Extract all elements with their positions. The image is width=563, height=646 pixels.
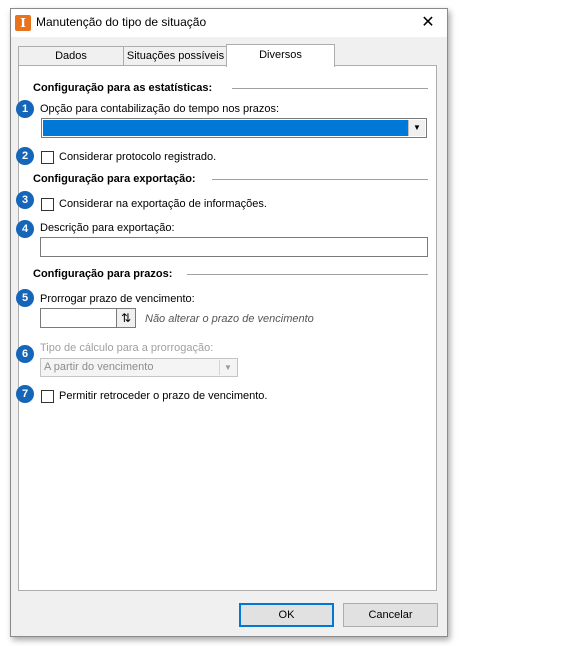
extend-deadline-input[interactable]: ⇅ — [40, 308, 136, 328]
time-counting-select[interactable]: ▼ — [41, 118, 427, 138]
tab-dados[interactable]: Dados — [18, 46, 124, 66]
step-badge-3: 3 — [16, 191, 34, 209]
allow-regress-checkbox[interactable] — [41, 390, 54, 403]
step-badge-4: 4 — [16, 220, 34, 238]
extend-deadline-label: Prorrogar prazo de vencimento: — [40, 293, 195, 305]
app-icon: I — [15, 15, 31, 31]
ok-button[interactable]: OK — [239, 603, 334, 627]
section-divider — [212, 179, 428, 180]
registered-protocol-checkbox[interactable] — [41, 151, 54, 164]
calc-type-label: Tipo de cálculo para a prorrogação: — [40, 342, 214, 354]
section-title-deadlines: Configuração para prazos: — [33, 268, 173, 280]
window-title: Manutenção do tipo de situação — [36, 15, 207, 29]
allow-regress-label[interactable]: Permitir retroceder o prazo de venciment… — [59, 390, 267, 402]
tab-panel-diversos: Configuração para as estatísticas: 1 Opç… — [16, 65, 437, 591]
registered-protocol-label[interactable]: Considerar protocolo registrado. — [59, 151, 216, 163]
section-title-statistics: Configuração para as estatísticas: — [33, 82, 213, 94]
step-badge-7: 7 — [16, 385, 34, 403]
tab-situacoes-possiveis[interactable]: Situações possíveis — [123, 46, 228, 66]
step-badge-5: 5 — [16, 289, 34, 307]
cancel-button[interactable]: Cancelar — [343, 603, 438, 627]
section-title-export: Configuração para exportação: — [33, 173, 196, 185]
calc-type-select: A partir do vencimento ▼ — [40, 358, 238, 377]
chevron-down-icon[interactable]: ▼ — [408, 120, 425, 136]
dialog-window: I Manutenção do tipo de situação ✕ Dados… — [10, 8, 448, 637]
tab-diversos[interactable]: Diversos — [226, 44, 335, 67]
extend-deadline-hint: Não alterar o prazo de vencimento — [145, 313, 314, 325]
export-description-input[interactable] — [40, 237, 428, 257]
title-bar: I Manutenção do tipo de situação ✕ — [11, 9, 447, 37]
time-counting-label: Opção para contabilização do tempo nos p… — [40, 103, 280, 115]
consider-export-checkbox[interactable] — [41, 198, 54, 211]
step-badge-2: 2 — [16, 147, 34, 165]
close-button[interactable]: ✕ — [413, 11, 443, 35]
section-divider — [232, 88, 428, 89]
step-badge-1: 1 — [16, 100, 34, 118]
export-description-label: Descrição para exportação: — [40, 222, 175, 234]
chevron-down-icon: ▼ — [219, 360, 236, 375]
section-divider — [187, 274, 428, 275]
spin-arrows-icon[interactable]: ⇅ — [116, 309, 135, 327]
consider-export-label[interactable]: Considerar na exportação de informações. — [59, 198, 267, 210]
calc-type-value: A partir do vencimento — [44, 361, 154, 373]
step-badge-6: 6 — [16, 345, 34, 363]
selected-value-highlight — [43, 120, 408, 136]
